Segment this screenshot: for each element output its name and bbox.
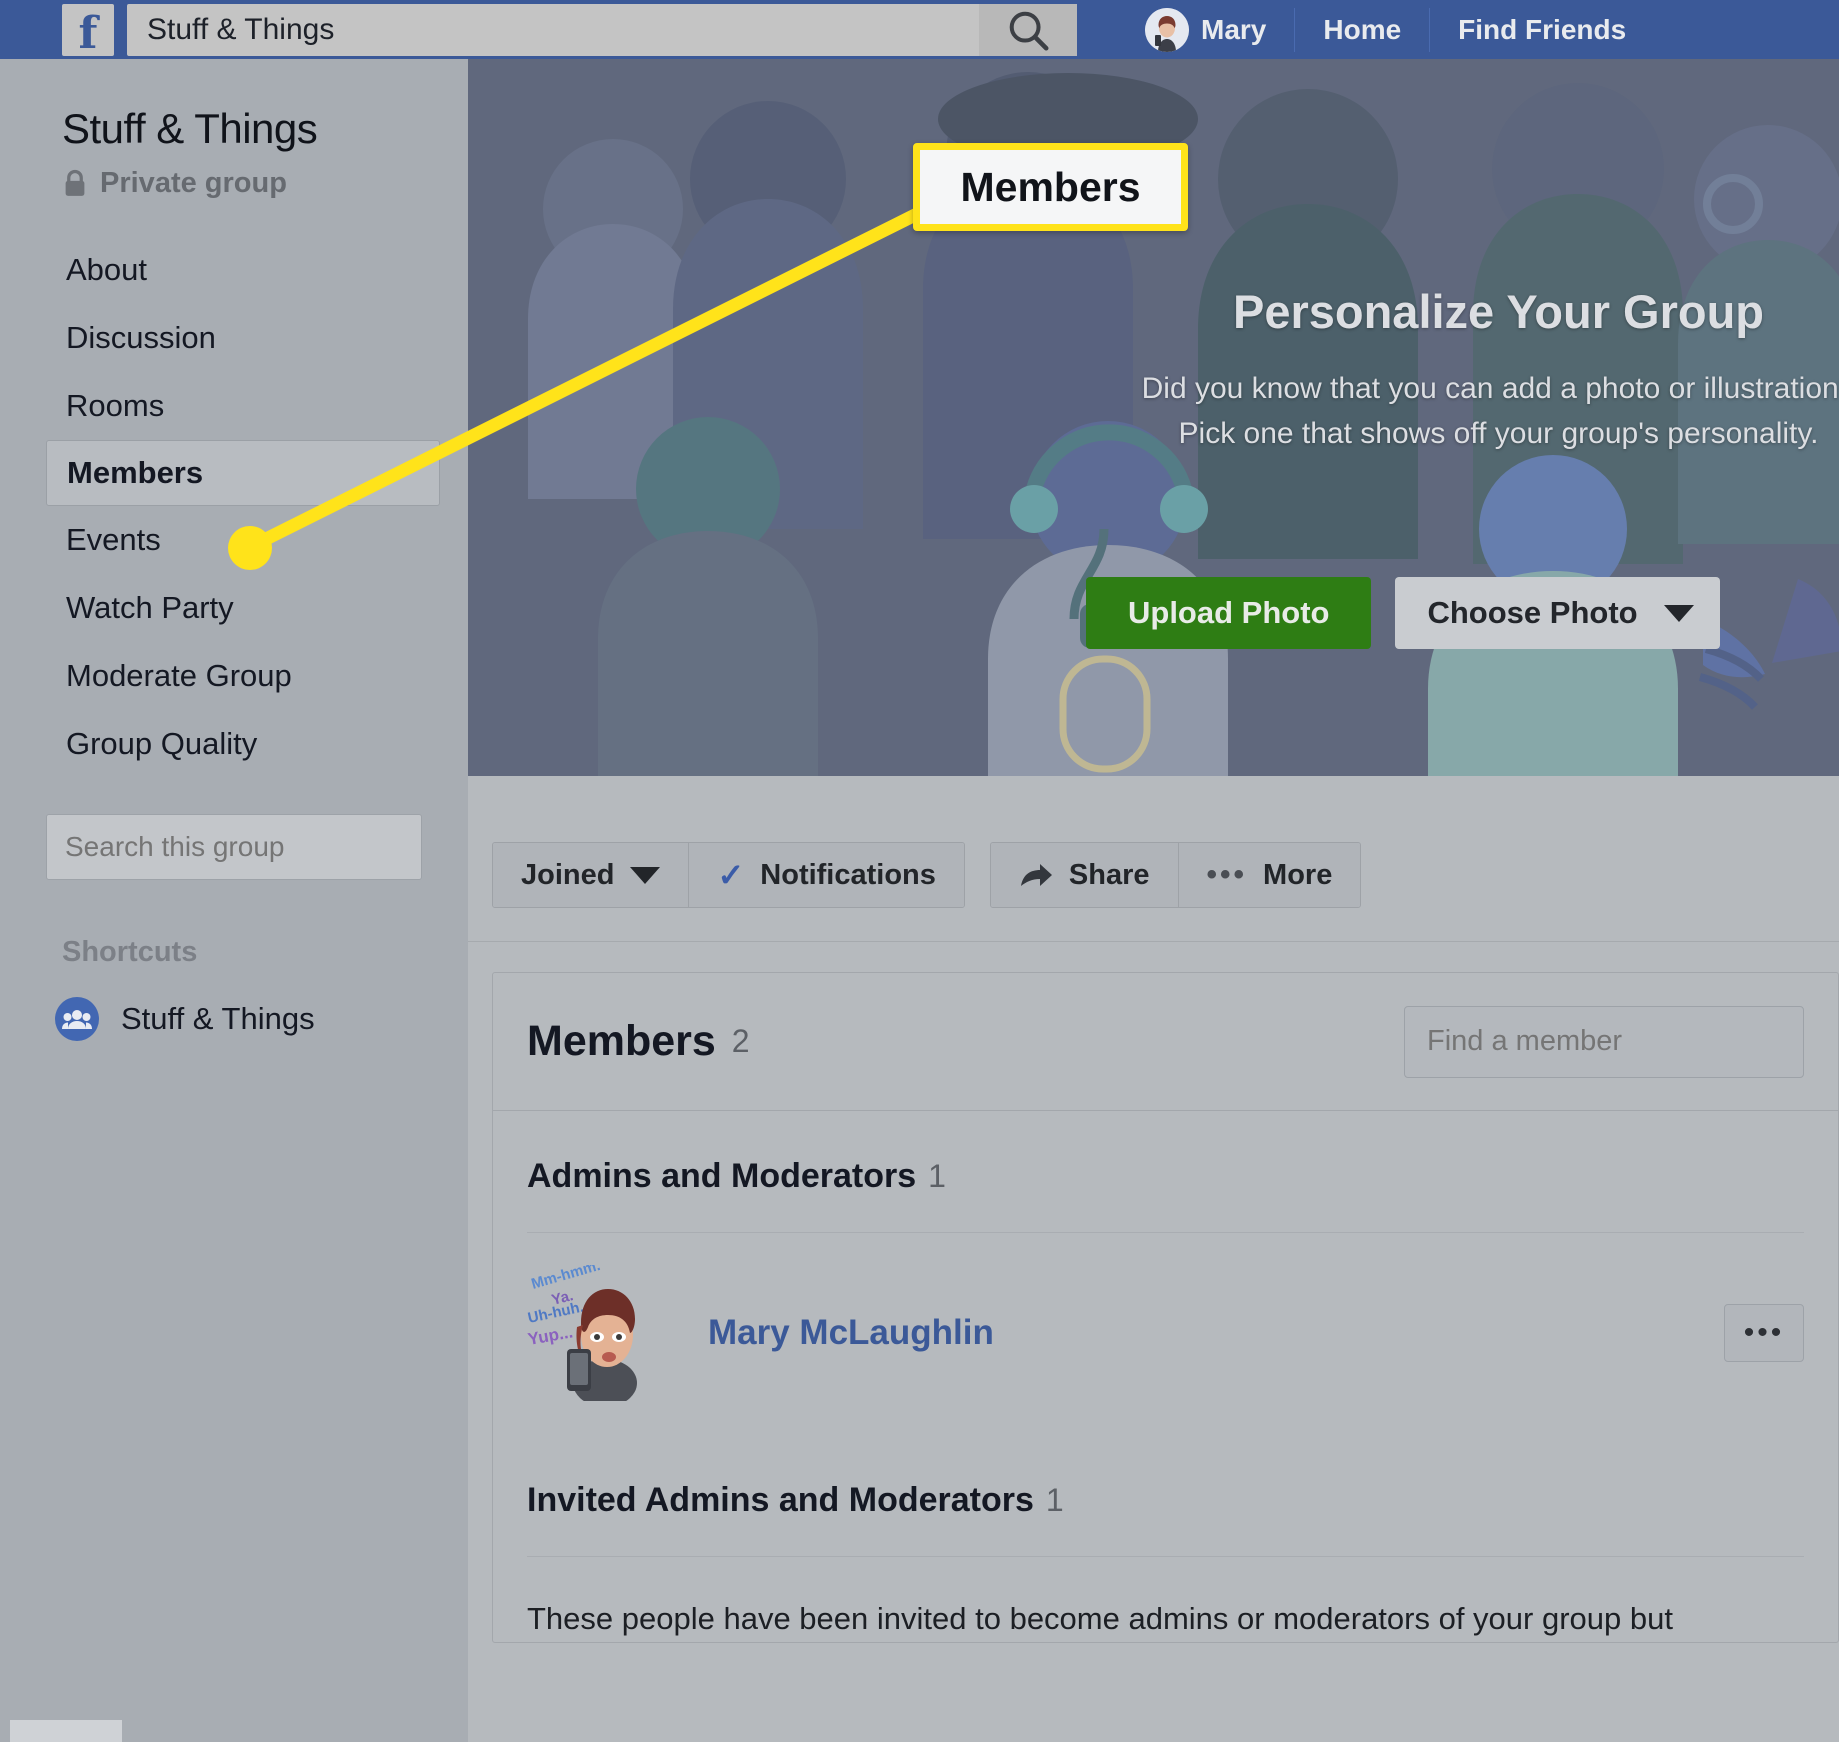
share-arrow-icon xyxy=(1020,864,1052,886)
cover-action-buttons: Upload Photo Choose Photo xyxy=(1086,577,1720,649)
page-footer-fragment xyxy=(10,1720,122,1742)
sidebar-group-title: Stuff & Things xyxy=(62,105,318,152)
group-privacy-label: Private group xyxy=(100,167,287,199)
joined-notifications-group: Joined ✓ Notifications xyxy=(492,842,965,908)
group-action-toolbar: Joined ✓ Notifications Share ••• More xyxy=(468,776,1839,942)
share-label: Share xyxy=(1068,858,1150,891)
sidebar-item-rooms[interactable]: Rooms xyxy=(0,372,468,440)
nav-home-label: Home xyxy=(1323,13,1402,45)
cover-paragraph-line2: Pick one that shows off your group's per… xyxy=(1178,417,1819,450)
callout-label: Members xyxy=(960,163,1141,210)
callout-members-label: Members xyxy=(913,143,1188,231)
sidebar-item-label: About xyxy=(66,252,148,287)
cover-text-block: Personalize Your Group Did you know that… xyxy=(938,284,1839,453)
upload-photo-button[interactable]: Upload Photo xyxy=(1086,577,1372,649)
sidebar-item-members[interactable]: Members xyxy=(46,440,440,506)
nav-profile-label: Mary xyxy=(1201,13,1267,45)
ellipsis-icon: ••• xyxy=(1206,858,1248,891)
svg-text:Yup...: Yup... xyxy=(527,1322,574,1349)
sidebar-item-label: Events xyxy=(66,522,161,557)
shortcut-item-stuff-and-things[interactable]: Stuff & Things xyxy=(55,997,468,1041)
group-main-content: Personalize Your Group Did you know that… xyxy=(468,59,1839,1742)
facebook-logo-icon[interactable]: f xyxy=(62,3,114,56)
chevron-down-icon xyxy=(1663,604,1694,622)
share-button[interactable]: Share xyxy=(990,843,1178,907)
group-privacy-row: Private group xyxy=(62,167,468,200)
global-search-button[interactable] xyxy=(979,3,1077,56)
check-icon: ✓ xyxy=(717,857,745,893)
table-row: Mm-hmm. Ya. Uh-huh. Yup... Mary McLaughl… xyxy=(526,1233,1804,1435)
find-member-search[interactable] xyxy=(1404,1005,1804,1078)
section-count: 1 xyxy=(1045,1482,1064,1518)
section-title: Admins and Moderators xyxy=(527,1157,917,1195)
section-invited-admins-and-moderators: Invited Admins and Moderators 1 These peo… xyxy=(493,1435,1838,1642)
section-header: Admins and Moderators 1 xyxy=(527,1111,1804,1196)
global-search-input[interactable] xyxy=(127,12,979,47)
group-search-box[interactable] xyxy=(46,814,426,880)
group-sidebar: Stuff & Things Private group About Discu… xyxy=(0,59,468,1742)
top-nav-links: Mary Home Find Friends xyxy=(1117,0,1654,59)
sidebar-item-label: Group Quality xyxy=(66,726,258,761)
global-search-bar[interactable] xyxy=(127,3,1077,56)
sidebar-item-label: Members xyxy=(67,455,204,490)
shortcut-item-label: Stuff & Things xyxy=(121,1001,315,1036)
section-note: These people have been invited to become… xyxy=(527,1601,1673,1636)
find-member-input[interactable] xyxy=(1427,1025,1781,1058)
notifications-button[interactable]: ✓ Notifications xyxy=(688,843,964,907)
chevron-down-icon xyxy=(630,866,661,884)
sidebar-item-events[interactable]: Events xyxy=(0,506,468,574)
sidebar-item-label: Moderate Group xyxy=(66,658,292,693)
section-count: 1 xyxy=(928,1158,946,1194)
choose-photo-label: Choose Photo xyxy=(1427,595,1638,630)
row-options-button[interactable]: ••• xyxy=(1724,1304,1804,1362)
group-action-buttons: Joined ✓ Notifications Share ••• More xyxy=(492,842,1362,908)
sidebar-item-label: Discussion xyxy=(66,320,216,355)
sidebar-item-watch-party[interactable]: Watch Party xyxy=(0,574,468,642)
more-button[interactable]: ••• More xyxy=(1177,843,1361,907)
section-admins-and-moderators: Admins and Moderators 1 Mm-hmm. Ya. Uh-hu… xyxy=(493,1111,1838,1435)
cover-paragraph-line1: Did you know that you can add a photo or… xyxy=(1141,372,1839,405)
search-icon xyxy=(1009,11,1049,51)
joined-label: Joined xyxy=(521,858,615,891)
shortcuts-header: Shortcuts xyxy=(62,936,198,968)
cover-heading: Personalize Your Group xyxy=(1232,285,1765,338)
member-name-link[interactable]: Mary McLaughlin xyxy=(708,1313,994,1353)
more-label: More xyxy=(1263,858,1333,891)
nav-profile-link[interactable]: Mary xyxy=(1117,7,1294,52)
notifications-label: Notifications xyxy=(760,858,936,891)
members-card-header: Members 2 xyxy=(493,973,1838,1111)
section-title: Invited Admins and Moderators xyxy=(527,1481,1034,1519)
sidebar-item-discussion[interactable]: Discussion xyxy=(0,304,468,372)
sidebar-item-moderate-group[interactable]: Moderate Group xyxy=(0,642,468,710)
sidebar-item-label: Rooms xyxy=(66,388,165,423)
sidebar-item-about[interactable]: About xyxy=(0,236,468,304)
group-people-icon xyxy=(55,997,99,1041)
avatar xyxy=(1145,7,1189,52)
sidebar-item-label: Watch Party xyxy=(66,590,234,625)
choose-photo-button[interactable]: Choose Photo xyxy=(1395,577,1720,649)
nav-home-link[interactable]: Home xyxy=(1294,7,1429,52)
facebook-top-navbar: f Stuff & Things Mary Home Find Friends xyxy=(0,0,1839,59)
members-card: Members 2 Admins and Moderators 1 Mm-hmm.… xyxy=(492,972,1839,1643)
page-title: Members xyxy=(527,1017,716,1065)
share-more-group: Share ••• More xyxy=(989,842,1362,908)
page-root: f Stuff & Things Mary Home Find Friends … xyxy=(0,0,1839,1742)
section-header: Invited Admins and Moderators 1 xyxy=(527,1435,1804,1520)
sidebar-nav-list: About Discussion Rooms Members Events Wa… xyxy=(0,236,468,778)
nav-find-friends-label: Find Friends xyxy=(1458,13,1627,45)
joined-button[interactable]: Joined xyxy=(493,843,689,907)
sidebar-item-group-quality[interactable]: Group Quality xyxy=(0,710,468,778)
bitmoji-avatar: Mm-hmm. Ya. Uh-huh. Yup... xyxy=(526,1257,663,1407)
members-count: 2 xyxy=(731,1023,750,1059)
group-search-input[interactable] xyxy=(65,831,426,863)
nav-find-friends-link[interactable]: Find Friends xyxy=(1429,7,1654,52)
lock-icon xyxy=(65,169,85,196)
